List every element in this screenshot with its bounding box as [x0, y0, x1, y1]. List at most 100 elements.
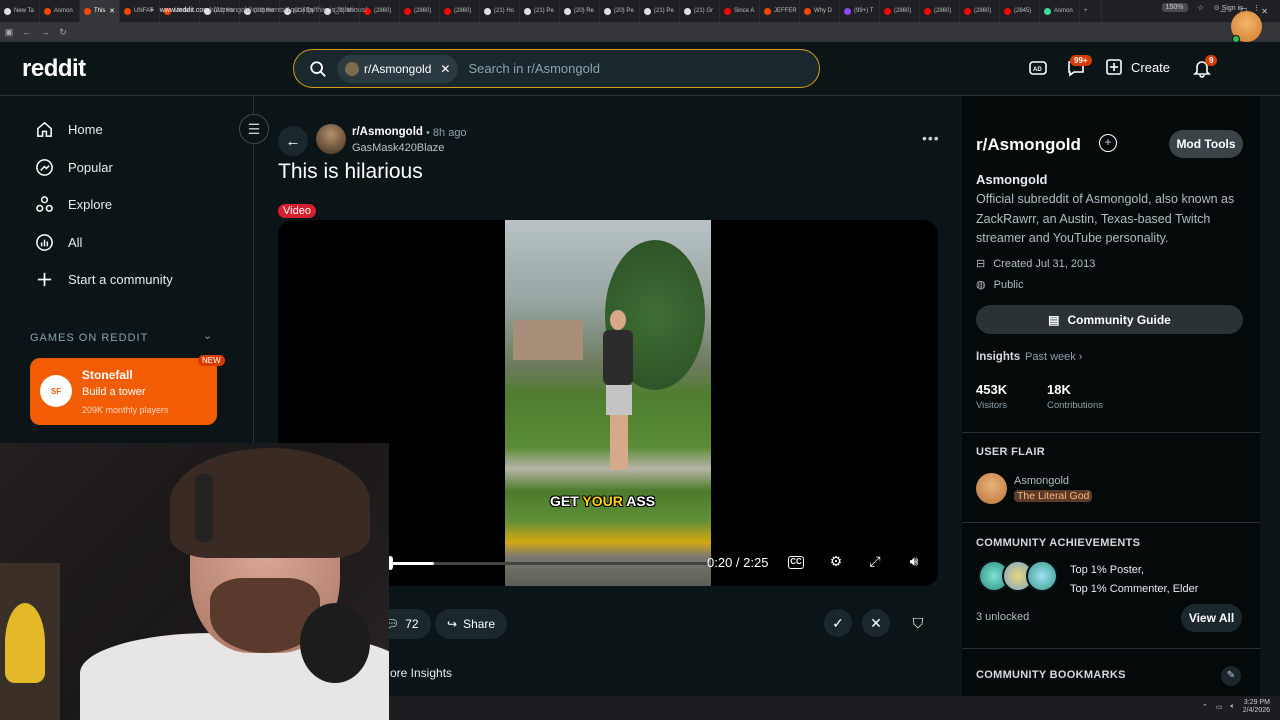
tab-favicon-icon: [964, 7, 971, 15]
search-input[interactable]: Search in r/Asmongold: [468, 61, 600, 76]
ads-button[interactable]: AD: [1028, 58, 1048, 78]
new-tab-icon[interactable]: +: [1080, 0, 1102, 22]
contributions-label: Contributions: [1047, 400, 1103, 411]
chip-close-icon[interactable]: ✕: [440, 62, 450, 76]
shield-icon[interactable]: ⛉: [904, 609, 932, 637]
game-players: 209K monthly players: [82, 405, 169, 415]
post-author-link[interactable]: GasMask420Blaze: [352, 142, 444, 154]
hamburger-menu-icon[interactable]: ☰: [239, 114, 269, 144]
browser-tab[interactable]: (21) Pe: [640, 0, 680, 22]
tab-favicon-icon: [644, 7, 651, 15]
join-icon[interactable]: +: [1099, 134, 1117, 152]
create-button[interactable]: Create: [1105, 58, 1170, 76]
browser-tab[interactable]: (21) Pe: [520, 0, 560, 22]
browser-tab[interactable]: (20) Re: [560, 0, 600, 22]
game-card-stonefall[interactable]: SF Stonefall Build a tower 209K monthly …: [30, 355, 225, 425]
url-field[interactable]: 🔒︎ www.reddit.com /r/Asmongold/comments/…: [150, 3, 367, 17]
guide-icon: ▤: [1048, 312, 1060, 327]
notif-badge: 9: [1205, 55, 1218, 66]
community-guide-button[interactable]: ▤ Community Guide: [976, 305, 1243, 334]
sidebar-item-popular[interactable]: Popular: [35, 158, 113, 177]
browser-tab[interactable]: This ✕: [80, 0, 120, 22]
video-person: [600, 310, 640, 480]
browser-tab[interactable]: (99+) T: [840, 0, 880, 22]
volume-tray-icon[interactable]: 🔈︎: [1231, 703, 1235, 711]
address-bar: ▣ ← → ↻: [0, 22, 1280, 42]
sidebar-item-label: Popular: [68, 160, 113, 175]
achievement-line: Top 1% Commenter, Elder: [1070, 583, 1199, 595]
community-title[interactable]: r/Asmongold: [976, 135, 1081, 155]
forward-nav-icon[interactable]: →: [36, 27, 54, 37]
browser-tab[interactable]: (2860): [400, 0, 440, 22]
visitors-label: Visitors: [976, 400, 1007, 411]
view-all-button[interactable]: View All: [1181, 604, 1242, 632]
video-timecode: 0:20 / 2:25: [707, 555, 769, 570]
browser-tab[interactable]: (21) Gr: [680, 0, 720, 22]
post-subreddit-link[interactable]: r/Asmongold: [352, 126, 423, 138]
flair-username: Asmongold: [1014, 475, 1070, 487]
browser-tab[interactable]: (2860): [920, 0, 960, 22]
flair-tag[interactable]: The Literal God: [1014, 490, 1093, 502]
browser-tab[interactable]: New Ta: [0, 0, 40, 22]
browser-tab[interactable]: Why D: [800, 0, 840, 22]
video-progress-bar[interactable]: [390, 562, 710, 565]
tab-label: JEFFER: [774, 8, 797, 14]
community-description: Official subreddit of Asmongold, also kn…: [976, 192, 1235, 245]
browser-tab[interactable]: (2860): [960, 0, 1000, 22]
network-icon[interactable]: ▭: [1216, 703, 1223, 711]
tab-label: Asmon: [54, 8, 73, 14]
signin-button[interactable]: ⊙ Sign in: [1214, 4, 1243, 12]
approve-icon[interactable]: ✓: [824, 609, 852, 637]
remove-icon[interactable]: ✕: [862, 609, 890, 637]
captions-icon[interactable]: CC: [788, 556, 804, 569]
browser-tab[interactable]: (2845): [1000, 0, 1040, 22]
tab-favicon-icon: [4, 7, 11, 15]
browser-tab[interactable]: (20) Pe: [600, 0, 640, 22]
search-bar[interactable]: r/Asmongold ✕ Search in r/Asmongold: [293, 49, 820, 88]
tab-close-icon[interactable]: ✕: [109, 7, 115, 15]
tab-favicon-icon: [804, 7, 811, 15]
tab-label: (21) Gr: [694, 8, 714, 14]
browser-tab[interactable]: (2860): [440, 0, 480, 22]
share-button[interactable]: ↪ Share: [435, 609, 508, 639]
post-author-avatar[interactable]: [316, 124, 346, 154]
reddit-logo[interactable]: reddit: [22, 55, 86, 83]
browser-tab[interactable]: Since A: [720, 0, 760, 22]
more-options-icon[interactable]: •••: [922, 130, 940, 146]
search-scope-chip[interactable]: r/Asmongold ✕: [337, 54, 459, 83]
browser-tab[interactable]: JEFFER: [760, 0, 800, 22]
caption-part: GET: [550, 493, 583, 509]
browser-tab[interactable]: (2860): [880, 0, 920, 22]
browser-tab[interactable]: Asmon: [1040, 0, 1080, 22]
all-icon: [36, 234, 53, 251]
created-row: ⊟ Created Jul 31, 2013: [976, 257, 1095, 271]
volume-icon[interactable]: 🔊︎: [904, 553, 924, 571]
fullscreen-icon[interactable]: ⤢: [865, 553, 885, 571]
mod-tools-button[interactable]: Mod Tools: [1169, 130, 1243, 158]
settings-gear-icon[interactable]: ⚙: [826, 553, 846, 571]
edit-pencil-icon[interactable]: ✎: [1221, 666, 1241, 686]
sidebar-item-start-community[interactable]: Start a community: [35, 270, 173, 289]
reload-icon[interactable]: ↻: [54, 27, 72, 38]
back-button[interactable]: ←: [278, 126, 308, 156]
browser-tab[interactable]: (21) Ho: [480, 0, 520, 22]
more-insights-link[interactable]: More Insights: [380, 666, 452, 680]
sidebar-item-home[interactable]: Home: [35, 120, 103, 139]
post-flair[interactable]: Video: [278, 204, 316, 218]
zoom-indicator[interactable]: 150%: [1161, 3, 1188, 12]
system-clock[interactable]: 3:29 PM 2/4/2026: [1243, 699, 1270, 715]
close-icon[interactable]: ✕: [1261, 7, 1268, 16]
chevron-down-icon[interactable]: ⌄: [203, 329, 212, 342]
star-icon[interactable]: ☆: [1198, 4, 1204, 12]
browser-tab[interactable]: Asmon: [40, 0, 80, 22]
sidebar-item-all[interactable]: All: [35, 233, 82, 252]
reddit-header: reddit r/Asmongold ✕ Search in r/Asmongo…: [0, 42, 1280, 96]
signin-label: Sign in: [1221, 4, 1243, 12]
sidebar-item-explore[interactable]: Explore: [35, 195, 112, 214]
tray-chevron-icon[interactable]: ⌃: [1202, 703, 1208, 711]
menu-icon[interactable]: ⋮: [1253, 4, 1260, 12]
insights-period-selector[interactable]: Past week ›: [1025, 351, 1082, 363]
achievement-badge-icon[interactable]: [1026, 560, 1058, 592]
back-nav-icon[interactable]: ←: [18, 27, 36, 37]
sidebar-toggle-icon[interactable]: ▣: [0, 27, 18, 38]
